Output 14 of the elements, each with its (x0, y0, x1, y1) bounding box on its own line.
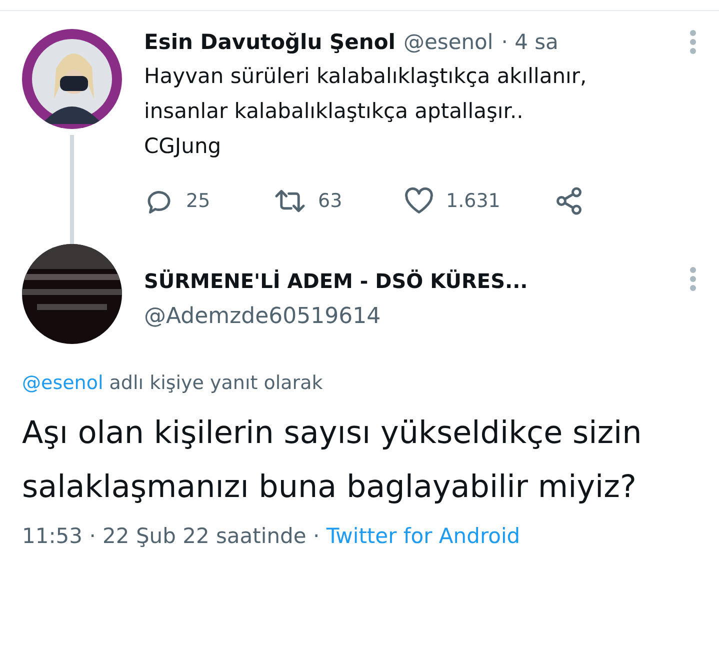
action-count: 63 (318, 190, 342, 212)
tweet-timestamp: 11:53 · 22 Şub 22 saatinde · Twitter for Android (21, 523, 522, 548)
author-name[interactable]: SÜRMENE'Lİ ADEM - DSÖ KÜRES... (144, 269, 528, 293)
like-icon[interactable] (404, 187, 434, 215)
author-name[interactable]: Esin Davutoğlu Şenol (144, 30, 396, 54)
tweet-text: Hayvan sürüleri kalabalıklaştıkça akıllanır, insanlar kalabalıklaştıkça aptallaşır.. CGJung (144, 63, 588, 160)
author-handle[interactable]: @Ademzde60519614 (144, 304, 697, 329)
tweet-time: · 4 sa (501, 30, 558, 54)
tweet-text: Aşı olan kişilerin sayısı yükseldikçe sizin salaklaşmanızı buna baglayabilir miyiz? (21, 414, 643, 507)
action-count: 1.631 (446, 190, 500, 212)
author-handle[interactable]: @esenol (403, 30, 494, 54)
action-count: 25 (186, 190, 210, 212)
share-icon[interactable] (554, 186, 584, 216)
reply-context: @esenol adlı kişiye yanıt olarak (21, 371, 324, 394)
